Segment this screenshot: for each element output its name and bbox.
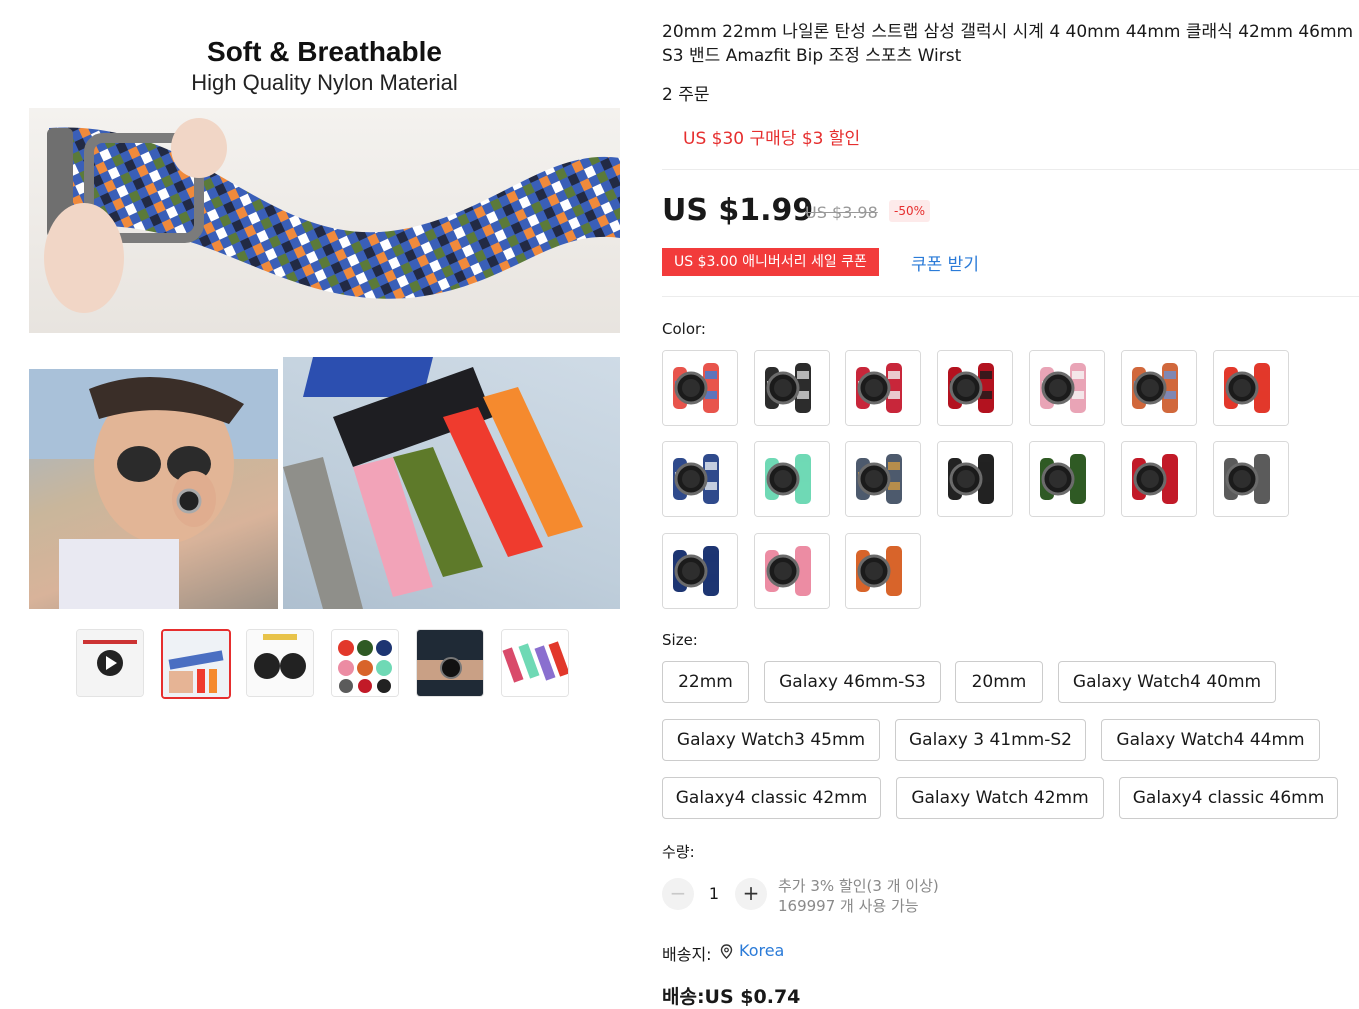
main-product-image[interactable]: Soft & Breathable High Quality Nylon Mat… xyxy=(29,20,620,610)
product-title: 20mm 22mm 나일론 탄성 스트랩 삼성 갤럭시 시계 4 40mm 44… xyxy=(662,22,1354,66)
get-coupon-link[interactable]: 쿠폰 받기 xyxy=(911,250,979,275)
thumbnail-compare[interactable] xyxy=(246,629,314,697)
size-option[interactable]: 20mm xyxy=(955,661,1043,703)
store-promotion[interactable]: US $30 구매당 $3 할인 xyxy=(683,124,860,149)
color-swatch-rainbow[interactable] xyxy=(662,350,738,426)
color-swatch-navy[interactable] xyxy=(662,533,738,609)
size-option[interactable]: Galaxy Watch4 44mm xyxy=(1101,719,1320,761)
quantity-value[interactable]: 1 xyxy=(700,884,728,903)
size-option[interactable]: Galaxy 3 41mm-S2 xyxy=(895,719,1086,761)
color-swatch-grey[interactable] xyxy=(1213,441,1289,517)
color-swatch-pink-white[interactable] xyxy=(1029,350,1105,426)
color-swatch-camo[interactable] xyxy=(845,441,921,517)
size-option[interactable]: Galaxy Watch4 40mm xyxy=(1058,661,1276,703)
color-swatch-blue-white[interactable] xyxy=(662,441,738,517)
divider xyxy=(662,169,1359,170)
quantity-increase-button[interactable]: + xyxy=(735,878,767,910)
color-swatch-black-white[interactable] xyxy=(754,350,830,426)
shipping-cost: 배송:US $0.74 xyxy=(662,986,801,1008)
size-option[interactable]: Galaxy Watch3 45mm xyxy=(662,719,880,761)
size-option[interactable]: Galaxy 46mm-S3 xyxy=(764,661,941,703)
stock-available: 169997 개 사용 가능 xyxy=(778,897,919,915)
bulk-discount-note: 추가 3% 할인(3 개 이상) xyxy=(778,877,939,895)
current-price: US $1.99 xyxy=(662,193,814,228)
color-swatch-red-white[interactable] xyxy=(845,350,921,426)
location-pin-icon xyxy=(720,944,733,963)
size-option[interactable]: Galaxy Watch 42mm xyxy=(896,777,1104,819)
braided-band-photo xyxy=(29,108,620,333)
ship-to-label: 배송지: xyxy=(662,945,712,964)
color-swatch-multicolor[interactable] xyxy=(1121,350,1197,426)
thumbnail-straps[interactable] xyxy=(501,629,569,697)
color-swatch-pink[interactable] xyxy=(754,533,830,609)
banner-title: Soft & Breathable xyxy=(207,36,442,67)
color-label: Color: xyxy=(662,320,706,338)
thumbnail-selected[interactable] xyxy=(161,629,231,699)
size-label: Size: xyxy=(662,631,698,649)
order-count: 2 주문 xyxy=(662,85,710,105)
size-option[interactable]: Galaxy4 classic 46mm xyxy=(1119,777,1338,819)
thumbnail-wrist[interactable] xyxy=(416,629,484,697)
quantity-decrease-button[interactable]: − xyxy=(662,878,694,910)
color-swatch-wine-red[interactable] xyxy=(1121,441,1197,517)
color-swatch-red[interactable] xyxy=(1213,350,1289,426)
divider xyxy=(662,296,1359,297)
size-option[interactable]: 22mm xyxy=(662,661,749,703)
ship-location-link[interactable]: Korea xyxy=(739,941,784,960)
color-swatch-orange[interactable] xyxy=(845,533,921,609)
color-swatch-green[interactable] xyxy=(1029,441,1105,517)
model-wearing-watch-photo xyxy=(29,369,278,609)
thumbnail-video[interactable] xyxy=(76,629,144,697)
quantity-label: 수량: xyxy=(662,843,695,861)
coupon-badge: US $3.00 애니버서리 세일 쿠폰 xyxy=(662,248,879,276)
discount-badge: -50% xyxy=(889,200,931,222)
thumbnail-colors[interactable] xyxy=(331,629,399,697)
original-price: US $3.98 xyxy=(805,203,878,222)
color-swatch-mint[interactable] xyxy=(754,441,830,517)
colorful-straps-photo xyxy=(283,357,620,609)
banner-subtitle: High Quality Nylon Material xyxy=(191,70,458,95)
color-swatch-red-black[interactable] xyxy=(937,350,1013,426)
size-option[interactable]: Galaxy4 classic 42mm xyxy=(662,777,881,819)
color-swatch-black[interactable] xyxy=(937,441,1013,517)
